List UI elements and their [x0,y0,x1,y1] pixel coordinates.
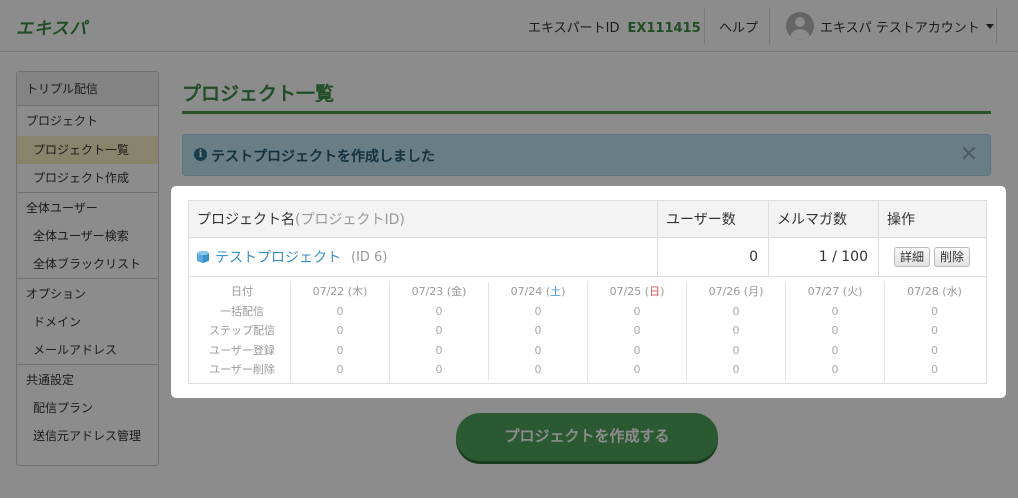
highlighted-project-panel: プロジェクト名 (プロジェクトID) ユーザー数 メルマガ数 操作 テストプロジェ… [171,186,1006,398]
col-users: ユーザー数 [658,201,769,237]
stats-value: 0 [732,324,740,337]
stats-value: 0 [831,343,839,357]
stats-day-column: 07/23 (金) 0 0 0 0 [390,282,489,381]
stats-date-value: 07/24 [510,285,543,298]
stats-weekday: 月 [748,285,760,298]
stats-value: 0 [831,363,839,376]
col-project-id-label: (プロジェクトID) [295,212,405,228]
stats-value: 0 [831,324,839,337]
project-cube-icon [197,251,209,264]
col-ops: 操作 [879,201,986,237]
magazine-count-cell: 1 / 100 [769,238,879,276]
daily-stats: 日付 一括配信 ステップ配信 ユーザー登録 ユーザー削除 07/22 (木) 0 0… [189,278,986,383]
stats-value: 0 [336,304,344,318]
stats-date: 07/24 (土) [510,285,566,298]
stats-value: 0 [931,343,938,357]
stats-value: 0 [931,324,938,337]
stats-value: 0 [534,304,542,318]
stats-date-value: 07/27 [807,285,840,298]
stats-value: 0 [435,363,443,376]
stats-date-value: 07/22 [312,285,345,298]
project-name-link[interactable]: テストプロジェクト [215,247,341,267]
stats-day-column: 07/25 (日) 0 0 0 0 [588,282,687,381]
stats-day-column: 07/28 (水) 0 0 0 0 [885,282,984,381]
ops-cell: 詳細 削除 [879,238,986,276]
stats-value: 0 [534,363,542,376]
stats-date: 07/26 (月) [708,285,764,298]
stats-weekday: 土 [550,285,562,298]
stats-value: 0 [633,324,641,337]
col-ops-label: 操作 [887,212,915,228]
stats-date: 07/28 (水) [907,285,962,298]
stats-value: 0 [931,363,938,376]
stats-label-date: 日付 [231,285,253,298]
stats-value: 0 [336,343,344,357]
project-table: プロジェクト名 (プロジェクトID) ユーザー数 メルマガ数 操作 テストプロジェ… [188,200,987,384]
magazine-count: 1 / 100 [818,249,868,265]
stats-value: 0 [732,363,740,376]
stats-label-step: ステップ配信 [209,324,275,337]
stats-label-register: ユーザー登録 [209,343,275,357]
stats-value: 0 [435,304,443,318]
stats-date-value: 07/23 [411,285,444,298]
table-header-row: プロジェクト名 (プロジェクトID) ユーザー数 メルマガ数 操作 [189,201,986,238]
stats-value: 0 [732,304,740,318]
col-magazines: メルマガ数 [769,201,879,237]
delete-button[interactable]: 削除 [934,247,971,267]
user-count-cell: 0 [658,238,769,276]
stats-weekday: 木 [352,285,364,298]
stats-value: 0 [931,304,938,318]
stats-label-delete: ユーザー削除 [209,363,275,376]
col-project-name: プロジェクト名 (プロジェクトID) [189,201,658,237]
stats-date-value: 07/25 [609,285,642,298]
stats-day-column: 07/26 (月) 0 0 0 0 [687,282,786,381]
stats-value: 0 [831,304,839,318]
stats-date: 07/22 (木) [312,285,368,298]
stats-value: 0 [336,363,344,376]
user-count: 0 [749,249,758,265]
stats-value: 0 [336,324,344,337]
stats-value: 0 [633,304,641,318]
project-name-cell: テストプロジェクト (ID 6) [189,238,658,276]
stats-value: 0 [633,363,641,376]
col-users-label: ユーザー数 [666,212,736,228]
stats-date-value: 07/28 [907,285,939,298]
stats-weekday: 火 [847,285,859,298]
stats-value: 0 [534,343,542,357]
stats-date: 07/23 (金) [411,285,467,298]
stats-value: 0 [435,324,443,337]
stats-weekday: 金 [451,285,463,298]
stats-value: 0 [534,324,542,337]
stats-day-column: 07/24 (土) 0 0 0 0 [489,282,588,381]
stats-label-bulk: 一括配信 [220,304,264,318]
col-magazines-label: メルマガ数 [777,212,847,228]
table-row: テストプロジェクト (ID 6) 0 1 / 100 詳細 削除 [189,238,986,277]
stats-date-value: 07/26 [708,285,741,298]
detail-button[interactable]: 詳細 [894,247,931,267]
project-id: (ID 6) [351,249,388,265]
stats-value: 0 [732,343,740,357]
stats-value: 0 [633,343,641,357]
stats-labels: 日付 一括配信 ステップ配信 ユーザー登録 ユーザー削除 [194,282,291,381]
stats-day-column: 07/22 (木) 0 0 0 0 [291,282,390,381]
stats-day-column: 07/27 (火) 0 0 0 0 [786,282,885,381]
stats-weekday: 日 [649,285,661,298]
stats-weekday: 水 [946,285,958,298]
stats-date: 07/27 (火) [807,285,863,298]
stats-value: 0 [435,343,443,357]
col-project-name-label: プロジェクト名 [197,212,295,228]
stats-date: 07/25 (日) [609,285,665,298]
